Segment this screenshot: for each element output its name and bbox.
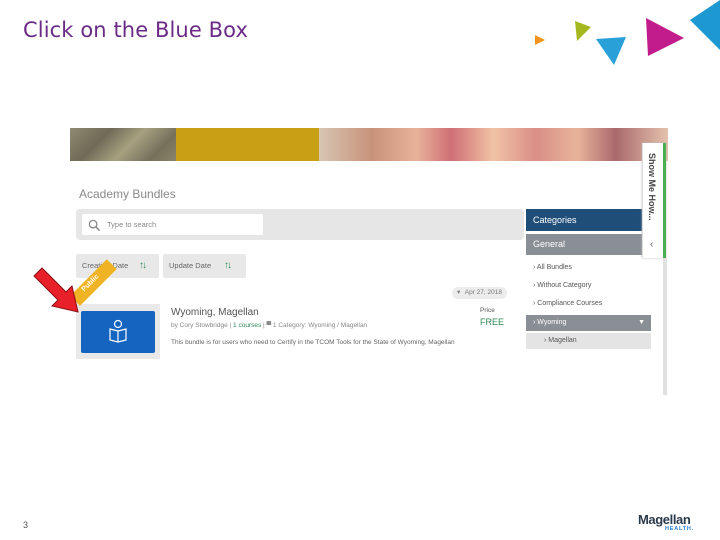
price-label: Price: [480, 307, 495, 314]
book-icon: [109, 319, 127, 343]
categories-header: Categories: [526, 209, 651, 231]
show-me-how-label: Show Me How...: [647, 153, 657, 221]
banner-stone-image: [70, 128, 176, 161]
caret-down-icon: ▼: [638, 319, 645, 326]
bundle-author: by Cory Stowbridge |: [171, 322, 232, 329]
bundle-category: | ▀ 1 Category: Wyoming / Magellan: [263, 322, 368, 329]
sidebar-item-magellan[interactable]: › Magellan: [526, 333, 651, 349]
logo-word: Magellan: [638, 512, 691, 527]
bundle-card[interactable]: [76, 304, 160, 359]
red-arrow-icon: [33, 267, 79, 313]
category-group-general[interactable]: General: [526, 234, 651, 255]
teal-triangle-icon: [690, 0, 720, 50]
sidebar-item-wyoming[interactable]: › Wyoming ▼: [526, 315, 651, 331]
slide-number: 3: [23, 520, 29, 530]
search-input[interactable]: Type to search: [82, 214, 263, 235]
bundle-date: Apr 27, 2018: [464, 289, 502, 296]
chevron-left-icon: ‹: [650, 239, 654, 250]
bundle-blue-box[interactable]: [81, 311, 155, 353]
header-banner: [70, 128, 668, 161]
price-value: FREE: [480, 317, 505, 327]
sidebar-item-label: Compliance Courses: [537, 300, 603, 307]
logo-sub: HEALTH.: [665, 526, 695, 532]
page-title: Academy Bundles: [79, 187, 176, 201]
sort-label: Update Date: [169, 261, 212, 270]
search-bar: Type to search: [76, 209, 524, 240]
blue-triangle-icon: [596, 37, 626, 65]
bundles-panel: Academy Bundles Type to search Creation …: [70, 161, 668, 395]
magenta-triangle-icon: [646, 18, 684, 56]
sidebar-item-all-bundles[interactable]: › All Bundles: [526, 260, 651, 276]
olive-triangle-icon: [575, 21, 591, 41]
sidebar-item-label: All Bundles: [536, 264, 572, 271]
sort-update-date-button[interactable]: Update Date ↑↓: [163, 254, 246, 278]
banner-photo: [319, 128, 668, 161]
orange-triangle-icon: [535, 35, 545, 45]
calendar-chevron-icon: ▾: [457, 289, 461, 296]
bundle-description: This bundle is for users who need to Cer…: [171, 339, 455, 346]
show-me-how-tab[interactable]: Show Me How... ‹: [642, 143, 666, 258]
sidebar-item-label: Magellan: [548, 337, 577, 344]
sort-creation-date-button[interactable]: Creation Date ↑↓: [76, 254, 159, 278]
sort-arrows-icon: ↑↓: [224, 260, 232, 271]
bundle-meta: by Cory Stowbridge | 1 courses | ▀ 1 Cat…: [171, 322, 367, 329]
date-badge: ▾ Apr 27, 2018: [452, 287, 507, 299]
sidebar-item-compliance-courses[interactable]: › Compliance Courses: [526, 296, 651, 312]
magellan-logo: Magellan HEALTH.: [638, 512, 693, 532]
search-placeholder: Type to search: [107, 220, 157, 229]
sort-arrows-icon: ↑↓: [139, 260, 147, 271]
scrollbar[interactable]: [663, 258, 667, 395]
sidebar-item-label: Without Category: [537, 282, 592, 289]
bundle-title[interactable]: Wyoming, Magellan: [171, 307, 259, 318]
app-screenshot: Academy Bundles Type to search Creation …: [70, 128, 668, 395]
banner-color-block: [176, 128, 319, 161]
sidebar-item-without-category[interactable]: › Without Category: [526, 278, 651, 294]
slide-title: Click on the Blue Box: [23, 18, 248, 42]
sidebar-item-label: Wyoming: [537, 319, 567, 326]
bundle-courses-link[interactable]: 1 courses: [233, 322, 261, 329]
search-icon: [88, 219, 101, 232]
